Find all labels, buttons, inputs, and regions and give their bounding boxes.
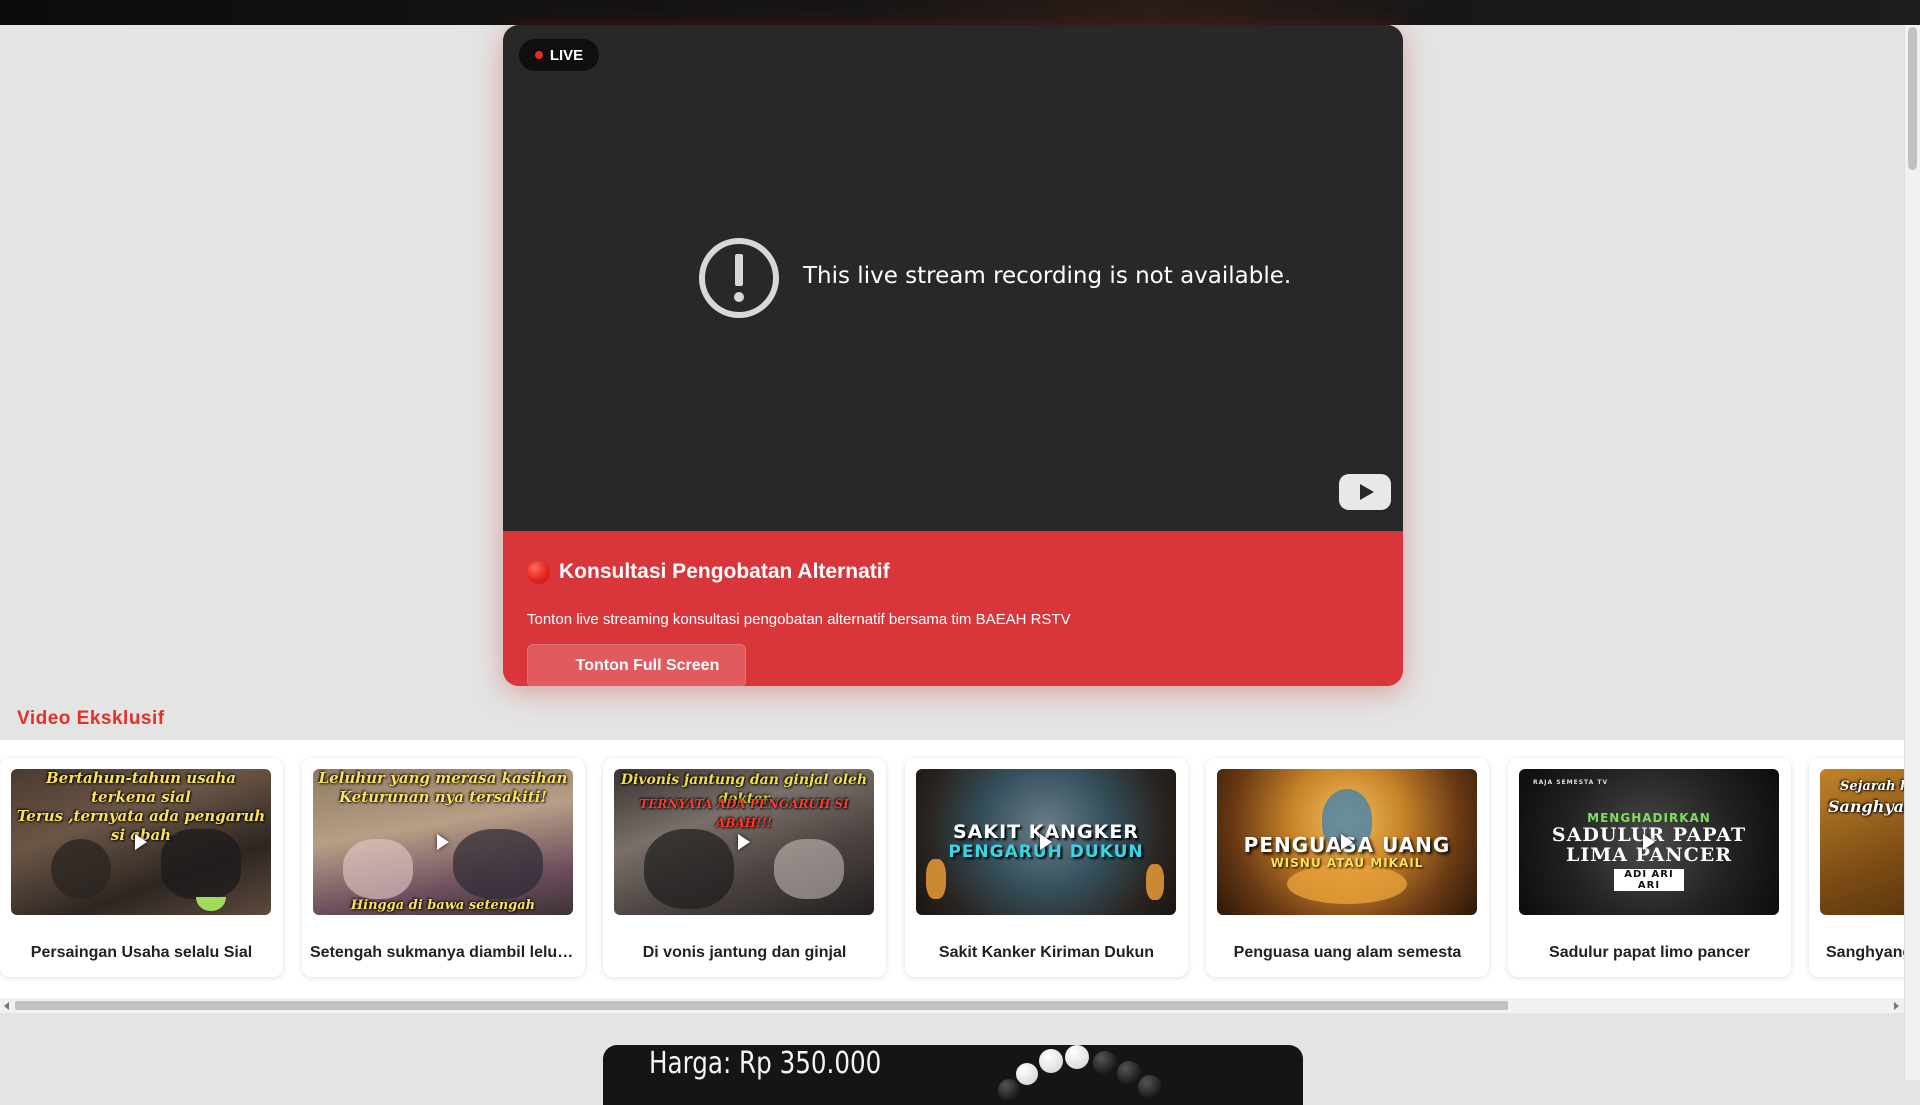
video-title: Setengah sukmanya diambil leluhur [310, 944, 577, 961]
horizontal-scrollbar[interactable] [0, 998, 1904, 1013]
product-price: Harga: Rp 350.000 [649, 1046, 882, 1081]
exclamation-icon [699, 238, 779, 318]
video-title: Persaingan Usaha selalu Sial [30, 944, 253, 961]
video-card[interactable]: Leluhur yang merasa kasihan Keturunan ny… [302, 758, 585, 977]
video-title: Sanghyang [1826, 944, 1904, 961]
play-icon [135, 834, 147, 850]
bead-image [998, 1079, 1020, 1101]
video-thumbnail[interactable]: Sejarah k Sanghyan [1820, 769, 1904, 915]
youtube-logo-icon[interactable] [1339, 474, 1391, 510]
video-title: Penguasa uang alam semesta [1233, 944, 1462, 961]
thumbnail-brand: RAJA SEMESTA TV [1533, 779, 1609, 786]
play-icon [1643, 834, 1655, 850]
bead-image [1117, 1061, 1141, 1085]
live-player-card: LIVE This live stream recording is not a… [503, 25, 1403, 686]
scroll-left-arrow-icon[interactable] [4, 1002, 9, 1010]
video-card[interactable]: SAKIT KANGKER PENGARUH DUKUN Sakit Kanke… [905, 758, 1188, 977]
red-circle-icon [527, 560, 550, 584]
thumbnail-caption: Leluhur yang merasa kasihan Keturunan ny… [318, 769, 568, 806]
live-dot-icon [534, 51, 543, 59]
video-card[interactable]: Bertahun-tahun usaha terkena sial Terus … [0, 758, 283, 977]
top-banner [0, 0, 1920, 25]
video-card[interactable]: RAJA SEMESTA TV MENGHADIRKAN SADULUR PAP… [1508, 758, 1791, 977]
video-card[interactable]: Divonis jantung dan ginjal oleh dokter T… [603, 758, 886, 977]
section-title: Video Eksklusif [17, 708, 165, 729]
fullscreen-button[interactable]: Tonton Full Screen [527, 644, 746, 686]
video-player[interactable]: LIVE This live stream recording is not a… [503, 25, 1403, 531]
stream-description: Tonton live streaming konsultasi pengoba… [527, 611, 1071, 628]
play-icon [437, 834, 449, 850]
video-title: Sakit Kanker Kiriman Dukun [938, 944, 1155, 961]
live-label: LIVE [549, 46, 584, 64]
bead-image [1016, 1063, 1038, 1085]
video-carousel[interactable]: Bertahun-tahun usaha terkena sial Terus … [0, 740, 1904, 1012]
stream-title: Konsultasi Pengobatan Alternatif [527, 560, 890, 584]
video-thumbnail[interactable]: Leluhur yang merasa kasihan Keturunan ny… [313, 769, 573, 915]
thumbnail-caption-bottom: Hingga di bawa setengah sukmanya [350, 898, 536, 913]
video-thumbnail[interactable]: Bertahun-tahun usaha terkena sial Terus … [11, 769, 271, 915]
thumbnail-kicker: MENGHADIRKAN [1587, 811, 1711, 825]
vertical-scroll-thumb[interactable] [1908, 27, 1917, 170]
bead-image [1039, 1049, 1063, 1073]
thumbnail-subcaption: TERNYATA ADA PENGARUH SI ABAH!!! [639, 797, 849, 830]
play-icon [1341, 834, 1353, 850]
thumbnail-subheadline: WISNU ATAU MIKAIL [1270, 856, 1424, 870]
bead-image [1138, 1075, 1162, 1099]
scroll-right-arrow-icon[interactable] [1894, 1002, 1899, 1010]
video-title: Sadulur papat limo pancer [1549, 944, 1750, 961]
thumbnail-tag: ADI ARI ARI [1614, 869, 1684, 891]
video-thumbnail[interactable]: SAKIT KANGKER PENGARUH DUKUN [916, 769, 1176, 915]
video-card[interactable]: PENGUASA UANG WISNU ATAU MIKAIL Penguasa… [1206, 758, 1489, 977]
live-badge: LIVE [519, 39, 599, 71]
stream-title-text: Konsultasi Pengobatan Alternatif [559, 560, 890, 583]
play-icon [738, 834, 750, 850]
play-icon [1040, 834, 1052, 850]
thumbnail-caption: Sejarah k [1840, 779, 1904, 794]
video-thumbnail[interactable]: RAJA SEMESTA TV MENGHADIRKAN SADULUR PAP… [1519, 769, 1779, 915]
error-message: This live stream recording is not availa… [803, 263, 1292, 289]
video-thumbnail[interactable]: Divonis jantung dan ginjal oleh dokter T… [614, 769, 874, 915]
bead-image [1065, 1045, 1089, 1069]
video-card[interactable]: Sejarah k Sanghyan Sanghyang [1809, 758, 1904, 977]
bead-image [1093, 1051, 1117, 1075]
vertical-scrollbar[interactable] [1904, 25, 1920, 1080]
video-thumbnail[interactable]: PENGUASA UANG WISNU ATAU MIKAIL [1217, 769, 1477, 915]
horizontal-scroll-thumb[interactable] [15, 1001, 1508, 1010]
product-card[interactable]: Harga: Rp 350.000 [603, 1045, 1303, 1105]
thumbnail-subcaption: Sanghyan [1828, 797, 1904, 816]
stream-info: Konsultasi Pengobatan Alternatif Tonton … [503, 531, 1403, 686]
video-title: Di vonis jantung dan ginjal [642, 944, 847, 961]
